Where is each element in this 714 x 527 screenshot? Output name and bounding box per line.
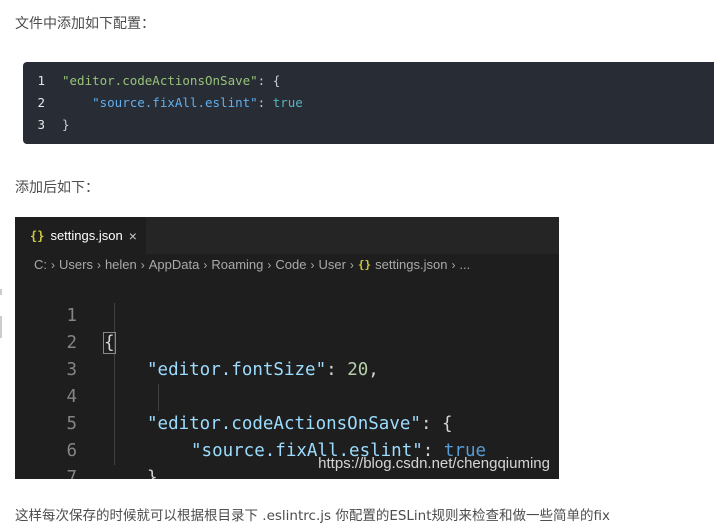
line-number: 7 xyxy=(66,468,77,479)
json-braces-icon: {} xyxy=(357,258,372,271)
code-bool: true xyxy=(272,95,303,110)
breadcrumb-item[interactable]: User xyxy=(318,254,345,276)
breadcrumb-item[interactable]: Roaming xyxy=(211,254,263,276)
vscode-screenshot: {} settings.json × C: › Users › helen › … xyxy=(15,217,559,479)
chevron-right-icon: › xyxy=(349,258,354,272)
code-block: 1 "editor.codeActionsOnSave": { 2 "sourc… xyxy=(23,62,714,144)
chevron-right-icon: › xyxy=(203,258,208,272)
breadcrumb-item[interactable]: Users xyxy=(59,254,93,276)
chevron-right-icon: › xyxy=(96,258,101,272)
margin-mark xyxy=(0,289,2,295)
breadcrumb-item[interactable]: ... xyxy=(459,254,470,276)
code-editor[interactable]: 1 { 2 "editor.fontSize": 20, 3 4 "editor… xyxy=(15,276,559,479)
close-icon[interactable]: × xyxy=(129,228,137,244)
chevron-right-icon: › xyxy=(451,258,456,272)
code-punc: : xyxy=(257,95,273,110)
chevron-right-icon: › xyxy=(140,258,145,272)
editor-line: 3 xyxy=(15,330,559,380)
breadcrumb-item[interactable]: helen xyxy=(105,254,137,276)
code-punc: : { xyxy=(257,73,281,88)
tab-settings-json[interactable]: {} settings.json × xyxy=(15,217,146,254)
editor-line: 5 "source.fixAll.eslint": true xyxy=(15,384,559,461)
code-key: "source.fixAll.eslint" xyxy=(62,95,258,110)
chevron-right-icon: › xyxy=(51,258,55,272)
breadcrumb: C: › Users › helen › AppData › Roaming ›… xyxy=(15,254,559,276)
breadcrumb-item[interactable]: settings.json xyxy=(375,254,447,276)
editor-line: 1 { xyxy=(15,276,559,354)
code-line: 1 "editor.codeActionsOnSave": { xyxy=(23,70,714,92)
code-key: "editor.codeActionsOnSave" xyxy=(62,73,258,88)
code-line: 2 "source.fixAll.eslint": true xyxy=(23,92,714,114)
watermark: https://blog.csdn.net/chengqiuming xyxy=(318,455,550,472)
editor-text: } xyxy=(147,468,158,479)
line-number: 1 xyxy=(37,73,45,88)
intro-text: 文件中添加如下配置： xyxy=(15,16,155,32)
after-text: 添加后如下： xyxy=(15,180,99,196)
json-braces-icon: {} xyxy=(30,228,45,243)
breadcrumb-item[interactable]: Code xyxy=(275,254,306,276)
line-number: 3 xyxy=(37,117,45,132)
editor-line: 2 "editor.fontSize": 20, xyxy=(15,303,559,380)
breadcrumb-item[interactable]: AppData xyxy=(149,254,200,276)
code-punc: } xyxy=(62,117,70,132)
bottom-text: 这样每次保存的时候就可以根据根目录下 .eslintrc.js 你配置的ESLi… xyxy=(15,508,611,524)
tab-bar: {} settings.json × xyxy=(15,217,559,254)
editor-line: 4 "editor.codeActionsOnSave": { xyxy=(15,357,559,434)
editor-line: 6 } xyxy=(15,411,559,479)
margin-mark xyxy=(0,316,2,338)
chevron-right-icon: › xyxy=(310,258,315,272)
breadcrumb-item[interactable]: C: xyxy=(34,254,47,276)
chevron-right-icon: › xyxy=(267,258,272,272)
code-line: 3 } xyxy=(23,114,714,136)
tab-label: settings.json xyxy=(50,228,123,243)
line-number: 2 xyxy=(37,95,45,110)
